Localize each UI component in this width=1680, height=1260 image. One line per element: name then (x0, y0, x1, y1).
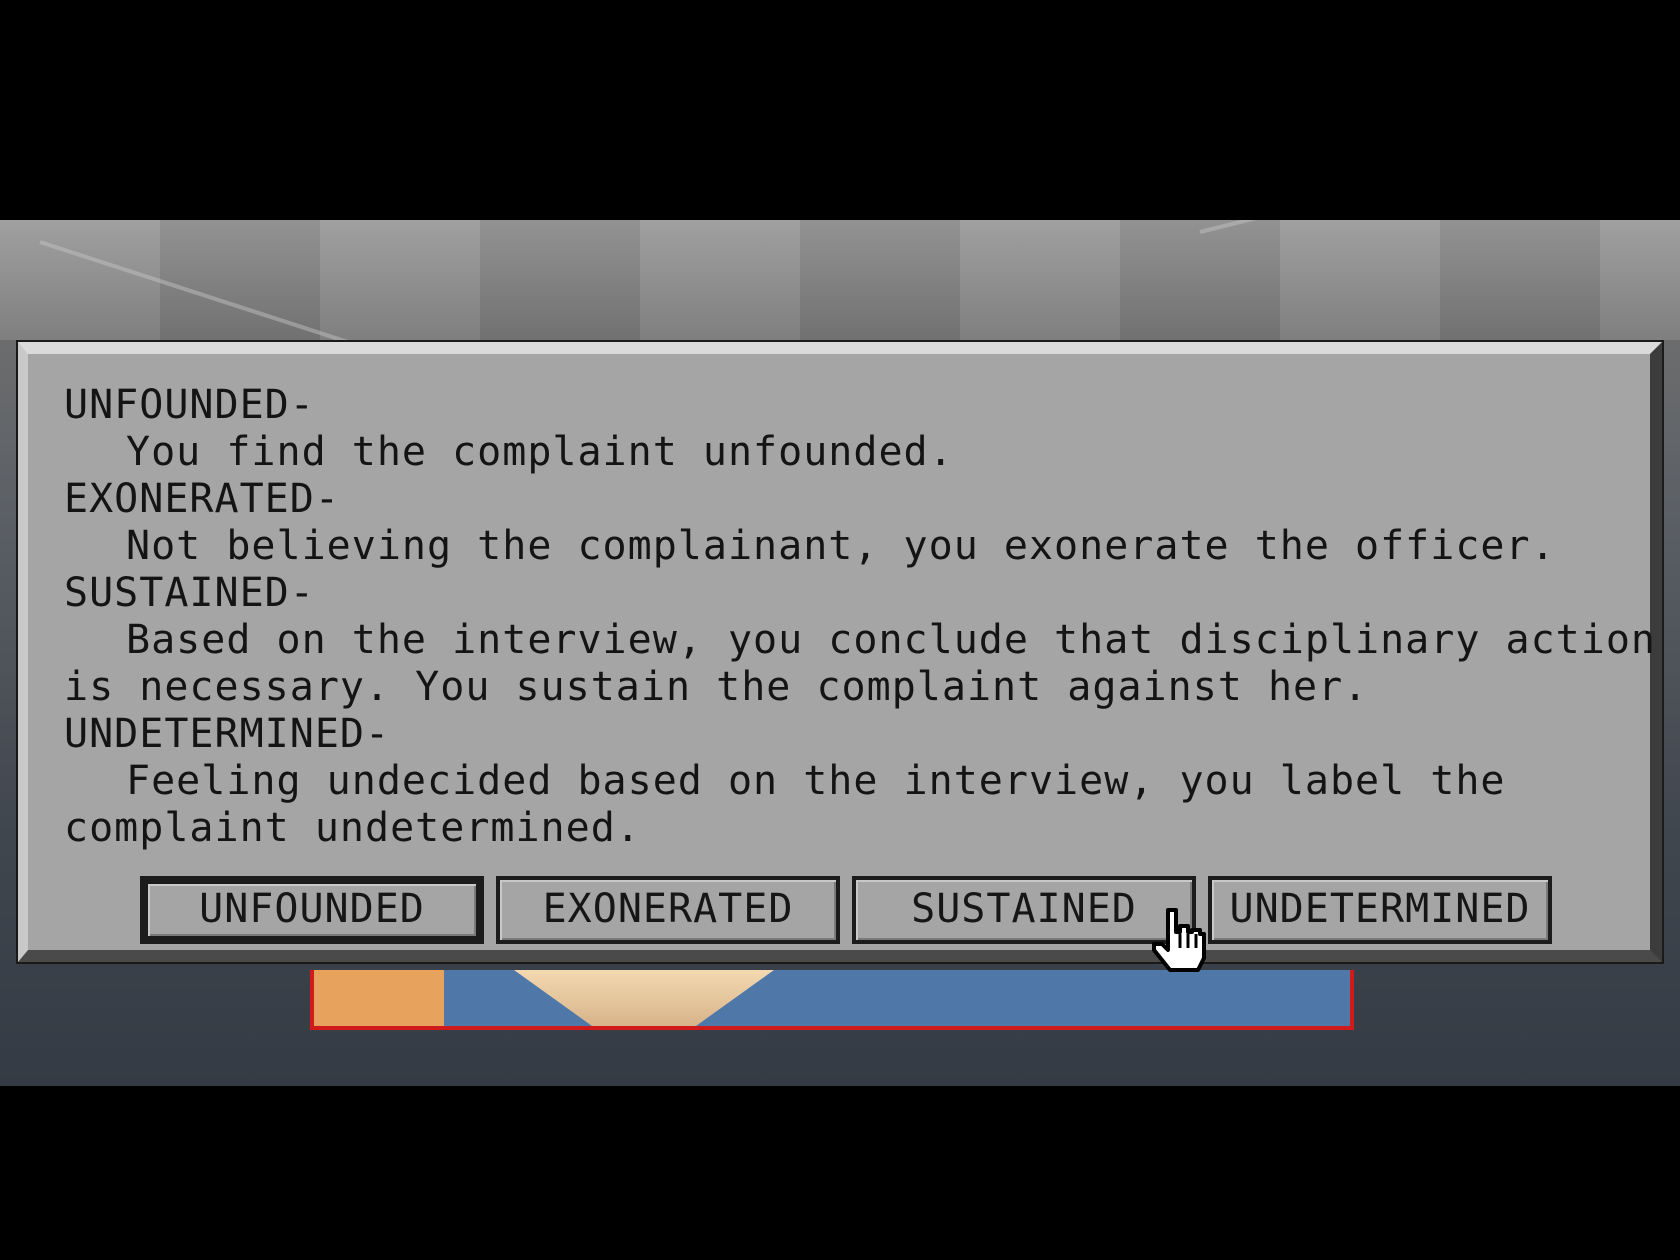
verdict-button-row: UNFOUNDED EXONERATED SUSTAINED UNDETERMINED (140, 876, 1660, 944)
undetermined-button[interactable]: UNDETERMINED (1208, 876, 1552, 944)
verdict-descriptions: UNFOUNDED- You find the complaint unfound… (64, 382, 1657, 852)
sustained-button[interactable]: SUSTAINED (852, 876, 1196, 944)
verdict-heading: EXONERATED- (64, 476, 340, 522)
verdict-description-line: Feeling undecided based on the interview… (126, 758, 1506, 804)
verdict-description-line: complaint undetermined. (64, 805, 641, 851)
verdict-description-line: Based on the interview, you conclude tha… (126, 617, 1657, 663)
ceiling-panels (0, 220, 1680, 340)
verdict-heading: UNDETERMINED- (64, 711, 391, 757)
verdict-heading: SUSTAINED- (64, 570, 315, 616)
verdict-description-line: You find the complaint unfounded. (126, 429, 954, 475)
verdict-heading: UNFOUNDED- (64, 382, 315, 428)
verdict-description-line: is necessary. You sustain the complaint … (64, 664, 1369, 710)
hand-pointer-icon (1152, 908, 1206, 972)
exonerated-button[interactable]: EXONERATED (496, 876, 840, 944)
verdict-dialog: UNFOUNDED- You find the complaint unfound… (18, 342, 1662, 962)
unfounded-button[interactable]: UNFOUNDED (140, 876, 484, 944)
verdict-description-line: Not believing the complainant, you exone… (126, 523, 1556, 569)
portrait-figure (514, 970, 774, 1026)
character-portrait (310, 970, 1354, 1030)
